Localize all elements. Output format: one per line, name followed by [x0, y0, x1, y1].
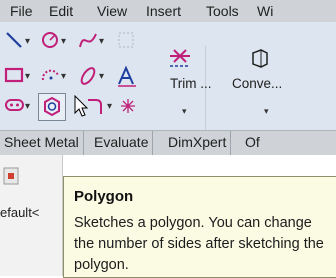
slot-tool-button[interactable]: ▾ — [4, 95, 38, 117]
text-tool-button[interactable] — [116, 65, 138, 87]
slot-icon — [5, 99, 24, 111]
arc-icon — [41, 69, 59, 81]
line-tool-button[interactable]: ▾ — [4, 30, 38, 52]
tooltip-title: Polygon — [74, 188, 134, 205]
mouse-cursor-icon — [74, 95, 89, 117]
arc-tool-button[interactable]: ▾ — [40, 65, 74, 87]
chevron-down-icon[interactable]: ▾ — [25, 36, 30, 47]
circle-icon — [42, 32, 58, 48]
chevron-down-icon[interactable]: ▾ — [99, 71, 104, 82]
fillet-tool-button[interactable]: ▾ — [86, 95, 120, 117]
feature-manager-panel: efault< — [0, 155, 63, 276]
ellipse-tool-button[interactable]: ▾ — [78, 65, 112, 87]
menu-insert[interactable]: Insert — [146, 3, 181, 19]
polygon-tooltip: Polygon Sketches a polygon. You can chan… — [63, 176, 336, 278]
point-icon — [121, 99, 135, 113]
menu-window[interactable]: Wi — [257, 3, 273, 19]
trim-entities-button[interactable]: Trim ... ▾ — [160, 48, 220, 128]
chevron-down-icon[interactable]: ▾ — [182, 106, 187, 117]
tab-evaluate[interactable]: Evaluate — [90, 131, 154, 155]
chevron-down-icon[interactable]: ▾ — [107, 101, 112, 112]
point-tool-button[interactable] — [118, 95, 138, 117]
part-icon[interactable] — [2, 165, 22, 187]
sketch-ribbon: ▾ ▾ ▾ ▾ ▾ ▾ ▾ ▾ Trim ... ▾ Conve... ▾ — [0, 22, 336, 144]
tab-dimxpert[interactable]: DimXpert — [164, 131, 232, 155]
rectangle-tool-button[interactable]: ▾ — [4, 65, 38, 87]
configuration-name: efault< — [0, 205, 40, 220]
tooltip-description: Sketches a polygon. You can change the n… — [74, 215, 324, 273]
menu-file[interactable]: File — [10, 3, 33, 19]
ellipse-icon — [80, 67, 96, 85]
menu-view[interactable]: View — [97, 3, 127, 19]
trim-icon — [170, 49, 190, 67]
convert-label: Conve... — [232, 76, 283, 91]
command-manager-tabs: Sheet Metal Evaluate DimXpert Of — [0, 130, 336, 156]
tab-office[interactable]: Of — [241, 131, 264, 155]
chevron-down-icon[interactable]: ▾ — [264, 106, 269, 117]
spline-icon — [79, 33, 97, 48]
rectangle-select-icon — [118, 32, 134, 48]
polygon-tool-button[interactable] — [38, 93, 66, 121]
line-icon — [6, 32, 22, 48]
chevron-down-icon[interactable]: ▾ — [61, 36, 66, 47]
convert-entities-button[interactable]: Conve... ▾ — [228, 48, 288, 128]
chevron-down-icon[interactable]: ▾ — [61, 71, 66, 82]
spline-tool-button[interactable]: ▾ — [78, 30, 112, 52]
tab-sheet-metal[interactable]: Sheet Metal — [0, 131, 84, 155]
chevron-down-icon[interactable]: ▾ — [25, 101, 30, 112]
menu-bar: File Edit View Insert Tools Wi — [0, 0, 336, 23]
rectangle-icon — [4, 67, 24, 83]
polygon-icon — [44, 96, 60, 117]
text-icon — [118, 65, 136, 87]
convert-entities-icon — [252, 49, 268, 68]
chevron-down-icon[interactable]: ▾ — [25, 71, 30, 82]
menu-edit[interactable]: Edit — [49, 3, 73, 19]
fillet-icon — [88, 99, 102, 114]
trim-label: Trim ... — [170, 76, 212, 91]
circle-tool-button[interactable]: ▾ — [40, 30, 74, 52]
chevron-down-icon[interactable]: ▾ — [99, 36, 104, 47]
menu-tools[interactable]: Tools — [206, 3, 239, 19]
rectangle-select-button[interactable] — [116, 30, 138, 52]
